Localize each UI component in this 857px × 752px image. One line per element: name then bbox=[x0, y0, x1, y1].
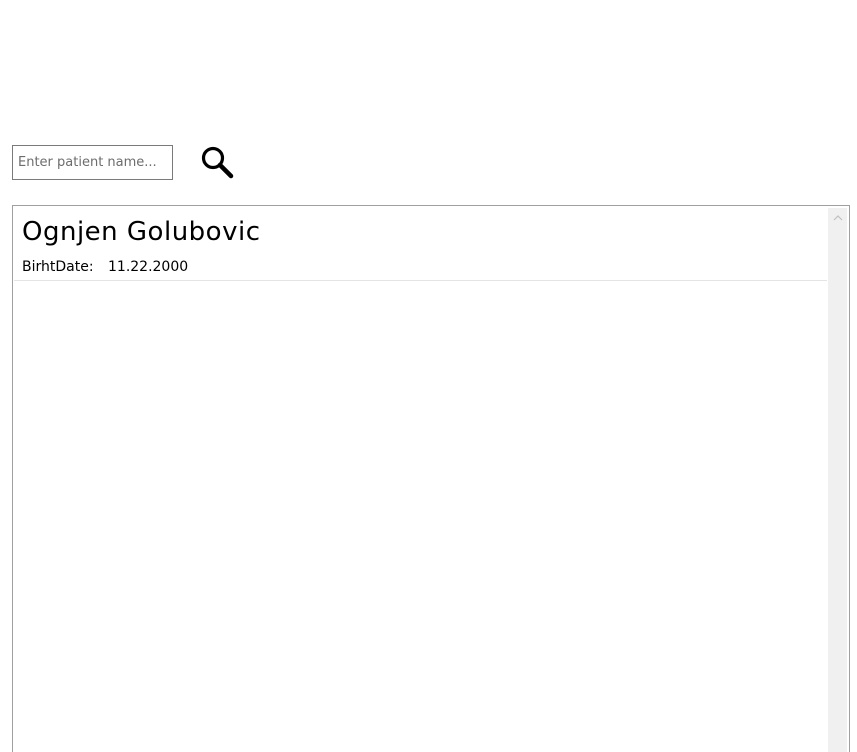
birth-date-label: BirhtDate: bbox=[22, 259, 94, 275]
patient-list-content: Ognjen Golubovic BirhtDate: 11.22.2000 bbox=[14, 207, 827, 752]
patient-birth-row: BirhtDate: 11.22.2000 bbox=[22, 258, 819, 276]
patient-list[interactable]: Ognjen Golubovic BirhtDate: 11.22.2000 bbox=[12, 205, 850, 752]
patient-list-item[interactable]: Ognjen Golubovic BirhtDate: 11.22.2000 bbox=[14, 207, 827, 281]
chevron-up-icon bbox=[833, 215, 842, 221]
vertical-scrollbar[interactable] bbox=[828, 208, 847, 752]
patient-search-input[interactable] bbox=[12, 145, 173, 180]
search-button[interactable] bbox=[196, 143, 238, 181]
patient-name: Ognjen Golubovic bbox=[22, 217, 261, 247]
birth-date-value: 11.22.2000 bbox=[108, 259, 189, 275]
search-icon bbox=[201, 146, 234, 179]
scroll-up-button[interactable] bbox=[828, 208, 847, 228]
patient-search-page: Ognjen Golubovic BirhtDate: 11.22.2000 bbox=[0, 0, 857, 752]
